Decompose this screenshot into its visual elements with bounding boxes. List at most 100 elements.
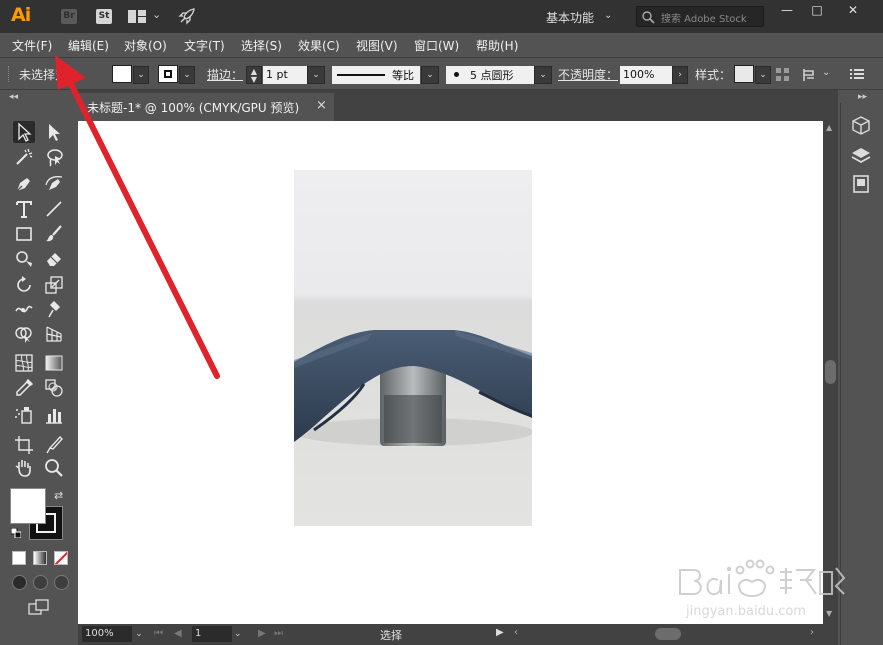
hand-tool-icon[interactable] (13, 457, 35, 479)
align-grid-icon[interactable] (776, 68, 790, 82)
previous-artboard-icon[interactable]: ◀ (174, 628, 182, 639)
brush-chevron-down-icon[interactable]: ⌄ (534, 66, 552, 84)
zoom-chevron-down-icon[interactable]: ⌄ (132, 626, 146, 642)
menu-edit[interactable]: 编辑(E) (68, 37, 109, 54)
shaper-tool-icon[interactable] (13, 247, 35, 269)
menu-view[interactable]: 视图(V) (356, 37, 398, 54)
fill-color-swatch[interactable] (112, 65, 132, 83)
column-graph-tool-icon[interactable] (43, 404, 65, 426)
selection-tool-icon[interactable] (13, 121, 35, 143)
gradient-tool-icon[interactable] (43, 352, 65, 374)
scroll-left-arrow-icon[interactable]: ‹ (514, 627, 518, 638)
opacity-input[interactable]: 100% (620, 66, 672, 84)
menu-select[interactable]: 选择(S) (241, 37, 282, 54)
first-artboard-icon[interactable]: ⏮ (154, 628, 163, 639)
stroke-color-swatch[interactable] (158, 65, 178, 83)
workspace-switcher[interactable]: 基本功能 (546, 9, 594, 26)
artboard-tool-icon[interactable] (13, 434, 35, 456)
asset-export-panel-icon[interactable] (851, 174, 871, 194)
stroke-dropdown-chevron-icon[interactable]: ⌄ (179, 66, 195, 84)
close-window-button[interactable]: ✕ (836, 1, 870, 19)
panel-menu-icon[interactable] (850, 68, 864, 80)
collapse-panels-icon[interactable]: ▸▸ (858, 92, 867, 102)
minimize-button[interactable]: — (772, 1, 802, 19)
shape-builder-tool-icon[interactable] (13, 323, 35, 345)
swap-fill-stroke-icon[interactable]: ⇄ (54, 489, 63, 502)
arrange-chevron-down-icon[interactable]: ⌄ (152, 8, 161, 21)
pen-tool-icon[interactable] (13, 173, 35, 195)
artboard-chevron-down-icon[interactable]: ⌄ (234, 626, 242, 642)
lasso-tool-icon[interactable] (43, 146, 65, 168)
draw-behind-button[interactable] (33, 575, 48, 590)
none-mode-button[interactable] (54, 551, 68, 565)
arrange-documents-icon[interactable] (128, 10, 146, 23)
stock-search-input[interactable]: 搜索 Adobe Stock (636, 6, 764, 27)
last-artboard-icon[interactable]: ⏭ (274, 628, 283, 639)
eraser-tool-icon[interactable] (43, 247, 65, 269)
stroke-weight-input[interactable]: 1 pt (263, 66, 307, 84)
variable-width-profile-select[interactable]: 等比 (332, 66, 420, 84)
symbol-sprayer-tool-icon[interactable] (13, 404, 35, 426)
scroll-up-arrow-icon[interactable]: ▲ (826, 123, 832, 132)
zoom-tool-icon[interactable] (43, 457, 65, 479)
draw-inside-button[interactable] (54, 575, 69, 590)
bridge-button[interactable]: Br (61, 9, 77, 24)
direct-selection-tool-icon[interactable] (43, 121, 65, 143)
perspective-grid-tool-icon[interactable] (43, 323, 65, 345)
curvature-tool-icon[interactable] (43, 173, 65, 195)
menu-window[interactable]: 窗口(W) (414, 37, 459, 54)
stroke-weight-stepper[interactable]: ▲ ▼ (246, 66, 262, 84)
type-tool-icon[interactable] (13, 198, 35, 220)
fill-dropdown-chevron-icon[interactable]: ⌄ (133, 66, 149, 84)
stroke-label[interactable]: 描边： (207, 66, 243, 83)
default-fill-stroke-icon[interactable] (11, 528, 21, 538)
rotate-tool-icon[interactable] (13, 274, 35, 296)
scroll-right-arrow-icon[interactable]: › (810, 627, 814, 638)
eyedropper-tool-icon[interactable] (13, 377, 35, 399)
status-menu-arrow-icon[interactable]: ▶ (496, 627, 504, 638)
placed-photo-glass-under-cloth[interactable] (294, 170, 532, 526)
vertical-scrollbar[interactable]: ▲ ▼ (823, 121, 838, 624)
color-mode-button[interactable] (12, 551, 26, 565)
scale-tool-icon[interactable] (43, 274, 65, 296)
menu-effect[interactable]: 效果(C) (298, 37, 340, 54)
cc-libraries-panel-icon[interactable] (851, 116, 871, 136)
puppet-warp-tool-icon[interactable] (43, 299, 65, 321)
opacity-label[interactable]: 不透明度： (558, 66, 618, 83)
stroke-weight-chevron-down-icon[interactable]: ⌄ (307, 66, 325, 84)
document-tab[interactable]: 未标题-1* @ 100% (CMYK/GPU 预览) × (78, 93, 334, 121)
paintbrush-tool-icon[interactable] (43, 223, 65, 245)
rectangle-tool-icon[interactable] (13, 223, 35, 245)
next-artboard-icon[interactable]: ▶ (258, 628, 266, 639)
mesh-tool-icon[interactable] (13, 352, 35, 374)
blend-tool-icon[interactable] (43, 377, 65, 399)
style-chevron-down-icon[interactable]: ⌄ (755, 66, 771, 84)
zoom-level-input[interactable]: 100% (82, 626, 132, 642)
gpu-performance-rocket-icon[interactable] (178, 7, 196, 25)
horizontal-scroll-thumb[interactable] (655, 628, 681, 640)
transform-icon[interactable] (802, 68, 816, 82)
vertical-scroll-thumb[interactable] (825, 360, 836, 384)
collapse-toolbar-icon[interactable]: ◂◂ (9, 92, 18, 102)
brush-definition-select[interactable]: 5 点圆形 (446, 66, 534, 84)
control-bar-grip[interactable] (8, 66, 11, 82)
slice-tool-icon[interactable] (43, 434, 65, 456)
artboard-number-input[interactable]: 1 (192, 626, 232, 642)
line-segment-tool-icon[interactable] (43, 198, 65, 220)
menu-object[interactable]: 对象(O) (124, 37, 167, 54)
fill-color-box[interactable] (10, 488, 46, 524)
draw-normal-button[interactable] (12, 575, 27, 590)
transform-chevron-down-icon[interactable]: ⌄ (822, 67, 830, 78)
change-screen-mode-icon[interactable] (28, 599, 50, 615)
close-tab-button[interactable]: × (316, 98, 327, 113)
width-tool-icon[interactable] (13, 299, 35, 321)
menu-file[interactable]: 文件(F) (12, 37, 52, 54)
magic-wand-tool-icon[interactable] (13, 146, 35, 168)
layers-panel-icon[interactable] (851, 146, 871, 166)
workspace-chevron-down-icon[interactable]: ⌄ (604, 10, 612, 21)
gradient-mode-button[interactable] (33, 551, 47, 565)
menu-type[interactable]: 文字(T) (184, 37, 225, 54)
menu-help[interactable]: 帮助(H) (476, 37, 518, 54)
graphic-style-swatch[interactable] (734, 65, 754, 83)
maximize-button[interactable]: □ (802, 1, 832, 19)
